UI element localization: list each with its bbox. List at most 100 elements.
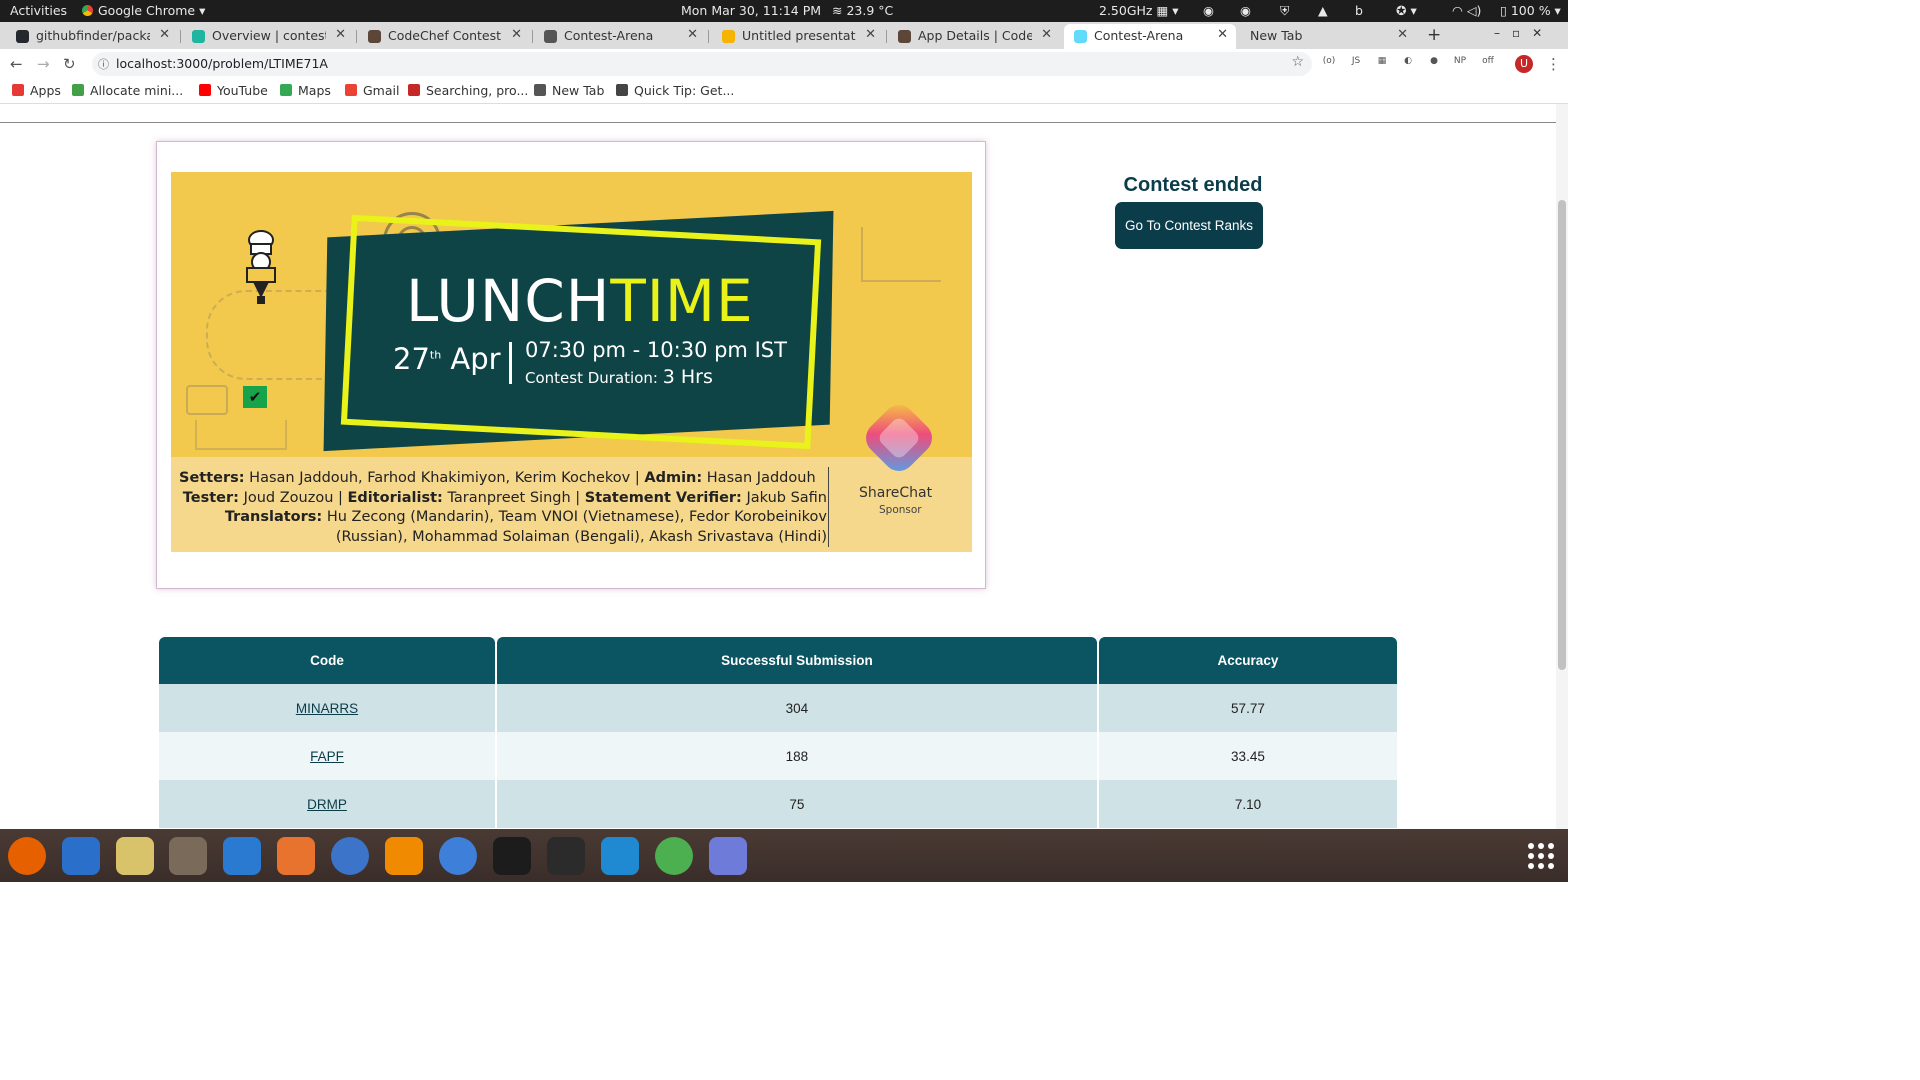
- tab-2[interactable]: Overview | contestare ✕: [182, 24, 354, 49]
- credits-admin-label: Admin:: [644, 470, 703, 486]
- bookmark-label: Quick Tip: Get...: [634, 83, 735, 98]
- reload-icon[interactable]: ↻: [63, 55, 76, 73]
- credits-divider: [828, 467, 829, 547]
- contest-banner-card: ✔ LUNCHTIME 27th Apr 07:30 pm - 10:30 pm…: [156, 141, 986, 589]
- activities-button[interactable]: Activities: [10, 3, 67, 18]
- app-name-label: Google Chrome: [98, 3, 196, 18]
- credits-setters-label: Setters:: [179, 470, 245, 486]
- tab-3[interactable]: CodeChef Contest Are ✕: [358, 24, 530, 49]
- toolbar: ← → ↻ ⓘ localhost:3000/problem/LTIME71A …: [0, 49, 1568, 79]
- tab-label: Contest-Arena: [1094, 28, 1184, 43]
- shield-icon[interactable]: ⛨: [1280, 3, 1289, 19]
- tab-1[interactable]: githubfinder/package ✕: [6, 24, 178, 49]
- bookmark-label: Searching, pro...: [426, 83, 529, 98]
- tab-separator: [356, 30, 357, 43]
- menu-kebab-icon[interactable]: ⋮: [1546, 55, 1561, 73]
- tab-close-icon[interactable]: ✕: [687, 27, 698, 42]
- tab-favicon-icon: [722, 30, 735, 43]
- chrome-icon[interactable]: [655, 837, 693, 875]
- forward-arrow-icon[interactable]: →: [37, 55, 50, 73]
- tab-close-icon[interactable]: ✕: [1041, 27, 1052, 42]
- clock[interactable]: Mon Mar 30, 11:14 PM: [681, 3, 821, 18]
- problem-code-link[interactable]: FAPF: [310, 749, 344, 764]
- intellij-icon[interactable]: [493, 837, 531, 875]
- system-top-bar: Activities Google Chrome ▾ Mon Mar 30, 1…: [0, 0, 1568, 22]
- bookmark-item[interactable]: Allocate mini...: [72, 83, 183, 98]
- bing-icon[interactable]: b: [1355, 3, 1363, 18]
- star-icon[interactable]: ☆: [1291, 54, 1304, 70]
- bookmark-item[interactable]: Quick Tip: Get...: [616, 83, 734, 98]
- window-controls[interactable]: –▫✕: [1494, 26, 1554, 40]
- back-arrow-icon[interactable]: ←: [10, 55, 23, 73]
- tab-close-icon[interactable]: ✕: [1397, 27, 1408, 42]
- accessibility-icon[interactable]: ✪ ▾: [1396, 3, 1417, 18]
- tab-close-icon[interactable]: ✕: [511, 27, 522, 42]
- bookmark-item[interactable]: Apps: [12, 83, 61, 98]
- bookmark-item[interactable]: New Tab: [534, 83, 604, 98]
- page-scrollbar[interactable]: [1556, 104, 1568, 829]
- chromium-icon[interactable]: [439, 837, 477, 875]
- bookmark-label: Maps: [298, 83, 331, 98]
- writer-icon[interactable]: [223, 837, 261, 875]
- grid-icon[interactable]: ▦: [1375, 56, 1389, 70]
- tab-7[interactable]: Contest-Arena ✕: [1064, 24, 1236, 49]
- avatar[interactable]: U: [1515, 55, 1533, 73]
- vlc-tray-icon[interactable]: ▲: [1318, 3, 1328, 18]
- node-icon[interactable]: JS: [1349, 56, 1363, 70]
- toggle-off-icon[interactable]: off: [1481, 56, 1495, 70]
- bookmark-item[interactable]: Searching, pro...: [408, 83, 528, 98]
- battery-indicator[interactable]: ▯ 100 % ▾: [1500, 3, 1561, 18]
- tab-favicon-icon: [16, 30, 29, 43]
- terminal-icon[interactable]: [547, 837, 585, 875]
- tab-5[interactable]: Untitled presentation ✕: [712, 24, 884, 49]
- credits-line-4: (Russian), Mohammad Solaiman (Bengali), …: [335, 528, 827, 545]
- discord-icon[interactable]: [709, 837, 747, 875]
- problem-code-link[interactable]: DRMP: [307, 797, 347, 812]
- address-bar[interactable]: ⓘ localhost:3000/problem/LTIME71A ☆: [92, 52, 1312, 76]
- bookmark-label: Gmail: [363, 83, 400, 98]
- banner-title-part2: TIME: [610, 267, 754, 335]
- firefox-icon[interactable]: [8, 837, 46, 875]
- banner-date-month: Apr: [450, 342, 501, 376]
- scrollbar-thumb[interactable]: [1558, 200, 1566, 670]
- bookmark-favicon-icon: [534, 84, 546, 96]
- tab-close-icon[interactable]: ✕: [865, 27, 876, 42]
- banner-time: 07:30 pm - 10:30 pm IST: [525, 338, 787, 362]
- cell-accuracy: 7.10: [1098, 780, 1397, 828]
- tab-close-icon[interactable]: ✕: [335, 27, 346, 42]
- sponsor-name: ShareChat: [859, 485, 933, 501]
- go-to-contest-ranks-button[interactable]: Go To Contest Ranks: [1115, 202, 1263, 249]
- tab-4[interactable]: Contest-Arena ✕: [534, 24, 706, 49]
- tab-close-icon[interactable]: ✕: [1217, 27, 1228, 42]
- app-grid-icon[interactable]: [1528, 843, 1554, 869]
- np-icon[interactable]: NP: [1453, 56, 1467, 70]
- vlc-icon[interactable]: [385, 837, 423, 875]
- thunderbird-icon[interactable]: [62, 837, 100, 875]
- help-icon[interactable]: [331, 837, 369, 875]
- cookie-icon[interactable]: ●: [1427, 56, 1441, 70]
- problem-code-link[interactable]: MINARRS: [296, 701, 358, 716]
- chrome-app-menu[interactable]: Google Chrome ▾: [82, 3, 205, 18]
- reader-icon[interactable]: (o): [1322, 56, 1336, 70]
- software-icon[interactable]: [277, 837, 315, 875]
- files-icon[interactable]: [169, 837, 207, 875]
- tab-close-icon[interactable]: ✕: [159, 27, 170, 42]
- user-icon[interactable]: ◐: [1401, 56, 1415, 70]
- tab-8[interactable]: New Tab ✕: [1240, 24, 1416, 49]
- bookmark-item[interactable]: Maps: [280, 83, 331, 98]
- wifi-icon[interactable]: ◠ ◁): [1452, 3, 1481, 18]
- weather-indicator[interactable]: ≋ 23.9 °C: [832, 3, 893, 18]
- tab-6[interactable]: App Details | CodeChe ✕: [888, 24, 1060, 49]
- temperature-label: 23.9 °C: [846, 3, 894, 18]
- bookmark-item[interactable]: Gmail: [345, 83, 399, 98]
- cell-code: MINARRS: [159, 684, 495, 732]
- rhythmbox-icon[interactable]: [116, 837, 154, 875]
- vscode-icon[interactable]: [601, 837, 639, 875]
- discord-tray-icon-2[interactable]: ◉: [1240, 3, 1251, 18]
- chef-icon: [246, 230, 276, 304]
- bookmark-item[interactable]: YouTube: [199, 83, 268, 98]
- bookmark-favicon-icon: [199, 84, 211, 96]
- discord-tray-icon[interactable]: ◉: [1203, 3, 1214, 18]
- new-tab-button[interactable]: +: [1427, 25, 1441, 45]
- cpu-indicator[interactable]: 2.50GHz ▦ ▾: [1099, 3, 1179, 18]
